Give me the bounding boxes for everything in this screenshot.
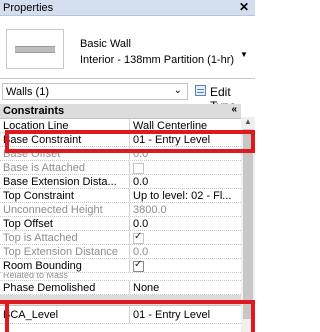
edit-type-icon <box>195 85 206 96</box>
property-key: Base is Attached <box>3 162 85 174</box>
checkbox[interactable] <box>133 259 144 272</box>
property-row-phase-demolished[interactable]: Phase Demolished None <box>0 281 241 295</box>
type-family-name: Basic Wall <box>80 38 131 50</box>
close-icon[interactable]: ✕ <box>239 0 249 14</box>
property-value: 0.0 <box>129 245 241 258</box>
property-value[interactable]: 0.0 <box>129 175 241 188</box>
property-value[interactable]: Up to level: 02 - Fl... <box>129 189 241 202</box>
scrollbar-thumb[interactable] <box>243 129 253 319</box>
property-key: Top Extension Distance <box>3 246 118 258</box>
property-key: Phase Demolished <box>3 282 96 294</box>
property-row-base-is-attached: Base is Attached <box>0 161 241 175</box>
property-key: Top Constraint <box>3 190 74 202</box>
properties-titlebar: Properties ✕ <box>0 0 255 16</box>
section-constraints[interactable]: Constraints « <box>0 104 241 119</box>
property-row-top-constraint[interactable]: Top Constraint Up to level: 02 - Fl... <box>0 189 241 203</box>
property-key: Base Extension Dista... <box>3 176 117 188</box>
property-row-related-to-mass: Related to Mass <box>0 273 241 281</box>
property-key: Related to Mass <box>3 273 69 280</box>
property-row-top-extension: Top Extension Distance 0.0 <box>0 245 241 259</box>
property-value: 3800.0 <box>129 203 241 216</box>
scroll-up-icon[interactable]: ▲ <box>244 117 252 126</box>
type-name: Interior - 138mm Partition (1-hr) <box>80 54 235 66</box>
property-value[interactable]: 0.0 <box>129 217 241 230</box>
collapse-icon[interactable]: « <box>231 104 237 115</box>
property-key: Top is Attached <box>3 232 78 244</box>
panel-title: Properties <box>3 2 54 14</box>
chevron-down-icon[interactable]: ⌄ <box>174 85 182 96</box>
property-row-base-extension[interactable]: Base Extension Dista... 0.0 <box>0 175 241 189</box>
property-key: Unconnected Height <box>3 204 103 216</box>
instance-filter-dropdown[interactable]: Walls (1) ⌄ <box>2 83 188 100</box>
edit-type-button[interactable]: Edit Type <box>195 83 255 113</box>
property-row-top-is-attached: Top is Attached <box>0 231 241 245</box>
chevron-down-icon[interactable]: ▼ <box>240 50 248 59</box>
highlight-bca-level <box>5 300 255 332</box>
section-label: Constraints <box>3 105 65 117</box>
checkbox <box>133 163 144 174</box>
property-row-top-offset[interactable]: Top Offset 0.0 <box>0 217 241 231</box>
property-value[interactable]: None <box>129 281 241 294</box>
checkbox <box>133 231 144 244</box>
property-row-room-bounding[interactable]: Room Bounding <box>0 259 241 273</box>
highlight-base-constraint <box>5 130 255 153</box>
property-row-unconnected-height: Unconnected Height 3800.0 <box>0 203 241 217</box>
instance-bar: Walls (1) ⌄ Edit Type <box>0 81 255 113</box>
type-selector[interactable]: Basic Wall Interior - 138mm Partition (1… <box>0 17 255 79</box>
wall-type-preview-icon <box>6 29 64 69</box>
instance-filter-label: Walls (1) <box>6 86 49 98</box>
property-key: Top Offset <box>3 218 53 230</box>
property-key: Room Bounding <box>3 260 82 272</box>
